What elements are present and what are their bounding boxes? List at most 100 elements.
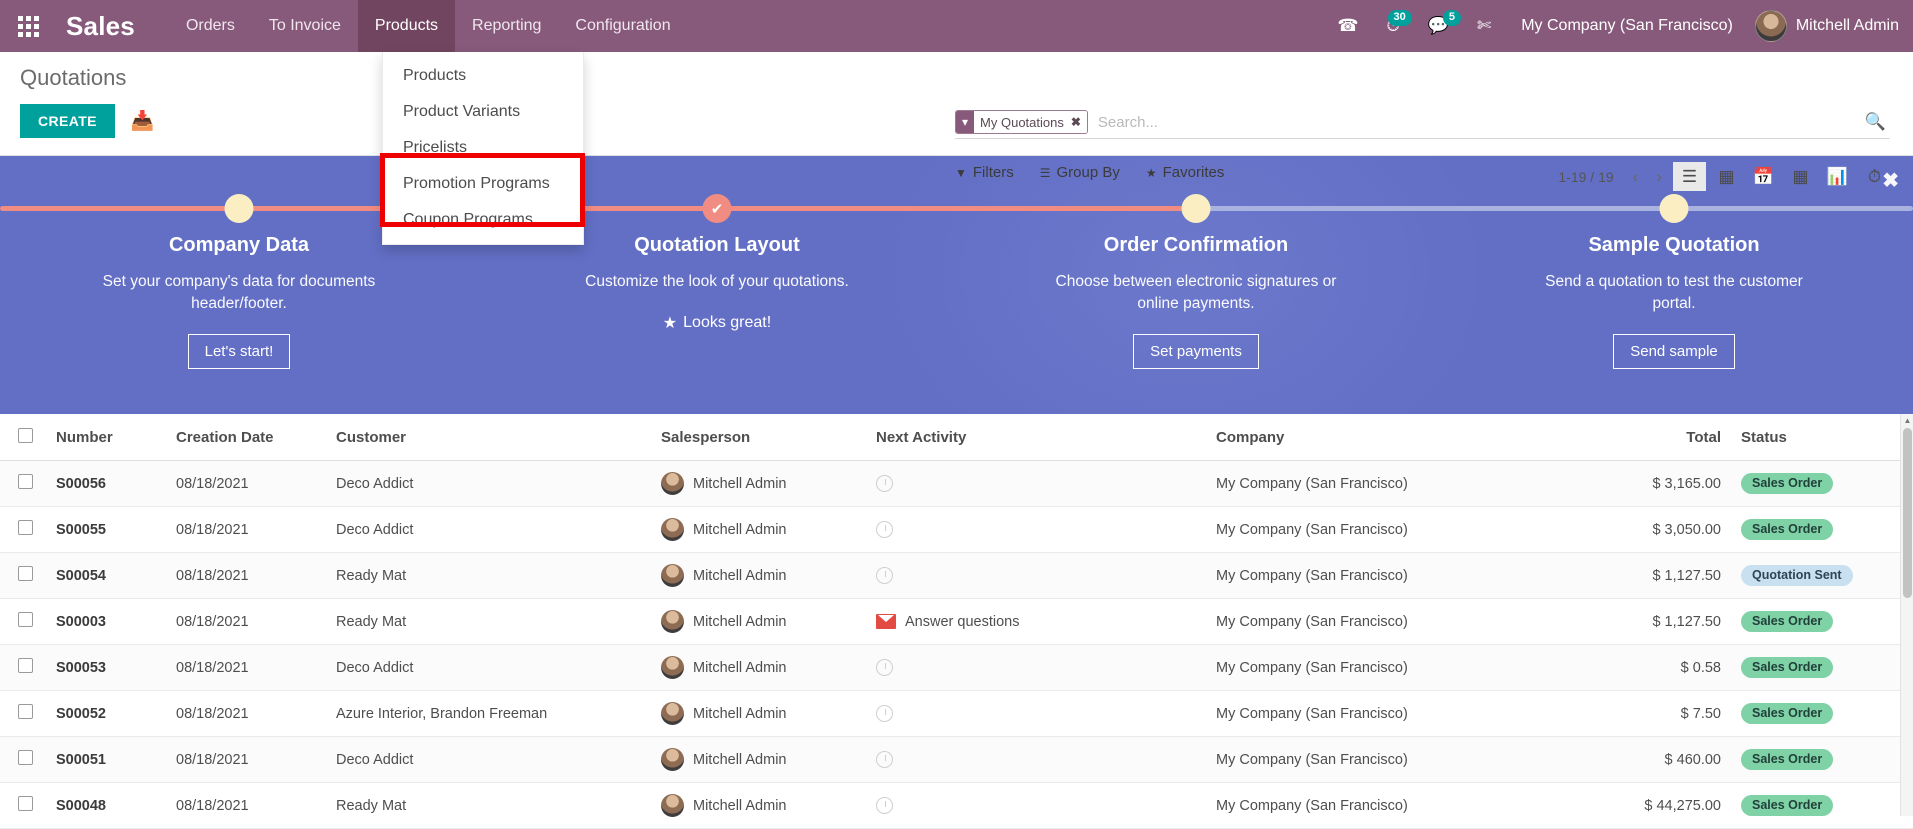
col-company[interactable]: Company [1206,414,1556,461]
filter-button-favorites[interactable]: ★Favorites [1146,164,1224,181]
scrollbar-thumb[interactable] [1903,428,1912,598]
cell-company: My Company (San Francisco) [1206,599,1556,645]
order-number-link[interactable]: S00053 [56,660,106,676]
table-row[interactable]: S0005408/18/2021Ready MatMitchell AdminM… [0,553,1913,599]
step-action-send-sample[interactable]: Send sample [1613,334,1735,369]
order-number-link[interactable]: S00003 [56,614,106,630]
menu-configuration[interactable]: Configuration [558,0,687,52]
order-number-link[interactable]: S00051 [56,752,106,768]
step-title[interactable]: Quotation Layout [567,234,867,257]
activity-view-icon[interactable]: ⏱ [1858,162,1891,191]
phone-icon[interactable]: ☎ [1323,0,1372,52]
menu-reporting[interactable]: Reporting [455,0,558,52]
col-status[interactable]: Status [1731,414,1896,461]
order-number-link[interactable]: S00054 [56,568,106,584]
cell-next-activity[interactable] [866,783,1206,829]
menu-orders[interactable]: Orders [169,0,252,52]
dropdown-item-promotion-programs[interactable]: Promotion Programs [383,166,583,202]
col-salesperson[interactable]: Salesperson [651,414,866,461]
activity-clock-icon[interactable]: ⏱ 30 [1373,0,1414,52]
filter-button-group-by[interactable]: ☰Group By [1040,164,1120,181]
table-row[interactable]: S0004808/18/2021Ready MatMitchell AdminM… [0,783,1913,829]
cell-next-activity[interactable]: Answer questions [866,599,1206,645]
step-dot-pending[interactable] [1182,194,1211,223]
row-checkbox[interactable] [18,796,33,811]
step-dot-pending[interactable] [225,194,254,223]
kanban-view-icon[interactable]: ▦ [1710,162,1743,191]
list-view-icon[interactable]: ☰ [1673,162,1706,191]
row-checkbox[interactable] [18,750,33,765]
table-row[interactable]: S0005208/18/2021Azure Interior, Brandon … [0,691,1913,737]
dropdown-item-pricelists[interactable]: Pricelists [383,130,583,166]
search-facet-my-quotations[interactable]: ▾ My Quotations ✖ [955,110,1088,134]
company-switcher[interactable]: My Company (San Francisco) [1505,17,1749,35]
pivot-view-icon[interactable]: ▦ [1784,162,1817,191]
order-number-link[interactable]: S00056 [56,476,106,492]
order-number-link[interactable]: S00052 [56,706,106,722]
cell-next-activity[interactable] [866,645,1206,691]
calendar-view-icon[interactable]: 📅 [1747,162,1780,191]
step-dot-pending[interactable] [1660,194,1689,223]
cell-next-activity[interactable] [866,691,1206,737]
cell-next-activity[interactable] [866,461,1206,507]
col-number[interactable]: Number [46,414,166,461]
magnifier-icon[interactable]: 🔍 [1865,112,1890,132]
app-brand-sales[interactable]: Sales [56,11,141,42]
apps-menu-button[interactable] [0,0,56,52]
filter-button-filters[interactable]: ▼Filters [955,164,1014,181]
control-panel-actions: CREATE 📥 [20,104,155,138]
cell-next-activity[interactable] [866,507,1206,553]
import-download-icon[interactable]: 📥 [131,112,155,131]
step-action-set-payments[interactable]: Set payments [1133,334,1259,369]
close-x-icon[interactable]: ✖ [1071,115,1081,129]
table-row[interactable]: S0005508/18/2021Deco AddictMitchell Admi… [0,507,1913,553]
chevron-left-icon[interactable]: ‹ [1626,165,1646,189]
vertical-scrollbar[interactable]: ▲ [1900,414,1913,816]
onboarding-step: Quotation LayoutCustomize the look of yo… [567,234,867,333]
graph-view-icon[interactable]: 📊 [1821,162,1854,191]
step-action-let-s-start[interactable]: Let's start! [188,334,291,369]
wrench-icon[interactable]: ✄ [1463,0,1505,52]
dropdown-item-coupon-programs[interactable]: Coupon Programs [383,202,583,238]
create-button[interactable]: CREATE [20,104,115,138]
row-checkbox[interactable] [18,474,33,489]
dropdown-item-product-variants[interactable]: Product Variants [383,94,583,130]
table-row[interactable]: S0005608/18/2021Deco AddictMitchell Admi… [0,461,1913,507]
row-checkbox[interactable] [18,658,33,673]
dropdown-item-products[interactable]: Products [383,58,583,94]
table-row[interactable]: S0005108/18/2021Deco AddictMitchell Admi… [0,737,1913,783]
cell-next-activity[interactable] [866,737,1206,783]
order-number-link[interactable]: S00048 [56,798,106,814]
menu-products[interactable]: Products [358,0,455,52]
row-checkbox[interactable] [18,612,33,627]
row-checkbox[interactable] [18,566,33,581]
scroll-up-icon[interactable]: ▲ [1901,414,1913,427]
salesperson-name: Mitchell Admin [693,522,786,538]
select-all-checkbox[interactable] [18,428,33,443]
step-dot-done[interactable]: ✔ [703,194,732,223]
cell-status: Sales Order [1731,783,1896,829]
order-number-link[interactable]: S00055 [56,522,106,538]
search-input[interactable] [1088,114,1865,131]
user-menu[interactable]: Mitchell Admin [1749,10,1899,42]
table-row[interactable]: S0000308/18/2021Ready MatMitchell AdminA… [0,599,1913,645]
table-row[interactable]: S0005308/18/2021Deco AddictMitchell Admi… [0,645,1913,691]
row-checkbox[interactable] [18,520,33,535]
cell-salesperson: Mitchell Admin [651,783,866,829]
col-total[interactable]: Total [1556,414,1731,461]
step-title[interactable]: Company Data [89,234,389,257]
messages-chat-icon[interactable]: 💬 5 [1414,0,1463,52]
step-title[interactable]: Order Confirmation [1046,234,1346,257]
menu-to-invoice[interactable]: To Invoice [252,0,358,52]
avatar [661,748,684,771]
chevron-right-icon[interactable]: › [1649,165,1669,189]
col-customer[interactable]: Customer [326,414,651,461]
status-badge: Sales Order [1741,611,1833,632]
cell-next-activity[interactable] [866,553,1206,599]
col-creation-date[interactable]: Creation Date [166,414,326,461]
col-next-activity[interactable]: Next Activity [866,414,1206,461]
apps-grid-icon [18,16,39,37]
row-checkbox[interactable] [18,704,33,719]
cell-number: S00053 [46,645,166,691]
step-title[interactable]: Sample Quotation [1524,234,1824,257]
